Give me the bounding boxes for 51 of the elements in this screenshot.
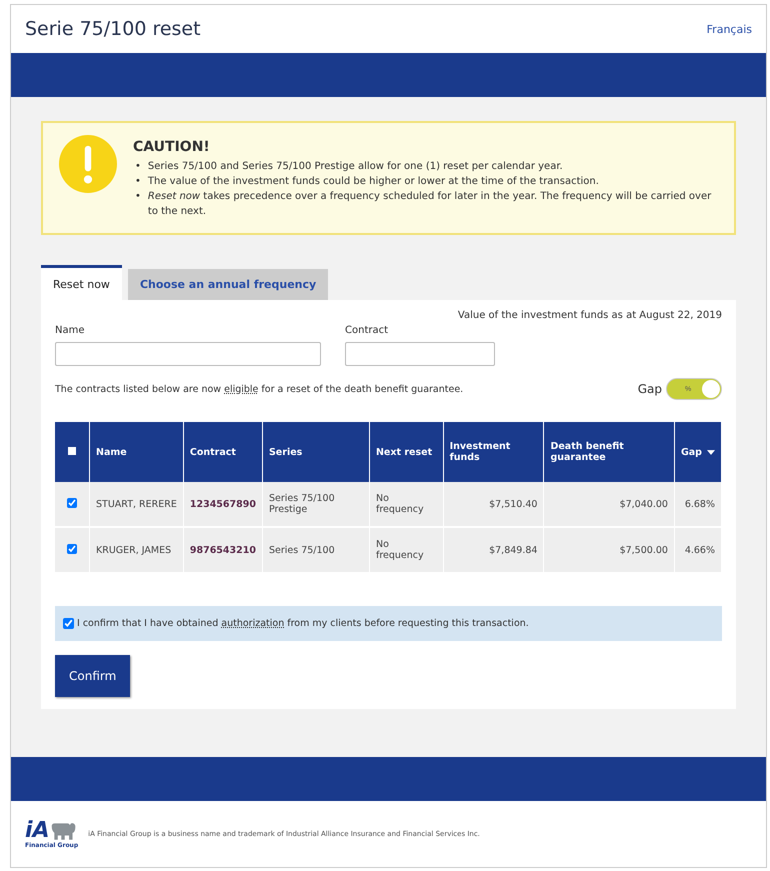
table-cell: $7,500.00 [544,527,674,573]
field-label: Name [55,325,86,336]
column-header[interactable]: Next reset [369,422,444,482]
confirm-button[interactable]: Confirm [55,655,130,697]
bullet-marker: • [135,175,141,189]
table-cell: No frequency [369,527,444,573]
caution-title: CAUTION! [133,139,211,155]
input-field[interactable] [55,342,321,366]
tab[interactable]: Reset now [41,265,122,300]
confirmation-text: I confirm that I have obtained authorization from my clients before requesting this transaction. [77,618,529,629]
table-cell: No frequency [369,482,444,527]
column-header[interactable]: Series [262,422,370,482]
elephant-icon [50,822,76,842]
row-checkbox[interactable] [67,498,77,508]
caution-item: The value of the investment funds could be higher or lower at the time of the transaction. [148,175,599,189]
glossary-term[interactable]: authorization [221,618,284,629]
table-cell: Series 75/100 [262,527,370,573]
table-cell: 6.68% [674,482,722,527]
language-link[interactable]: Français [706,22,752,36]
caution-item: Reset now takes precedence over a frequency scheduled for later in the year. The frequency will be carried over to the next. [148,190,712,219]
column-header[interactable]: Contract [183,422,262,482]
eligibility-note: The contracts listed below are now eligible for a reset of the death benefit guarantee. [55,384,464,394]
bullet-marker: • [135,160,141,174]
table-cell: 1234567890 [183,482,262,527]
table-cell: STUART, RERERE [90,482,184,527]
valuation-note: Value of the investment funds as at August 22, 2019 [456,310,722,321]
input-field[interactable] [345,342,495,366]
column-header[interactable]: Gap [674,422,722,482]
sort-icon [706,450,715,454]
toggle-label: Gap [638,382,662,396]
page-title: Serie 75/100 reset [25,18,201,40]
column-header[interactable]: Investment funds [443,422,544,482]
confirm-checkbox[interactable] [63,618,74,629]
table-cell: 4.66% [674,527,722,573]
table-cell: $7,510.40 [443,482,544,527]
table-cell: KRUGER, JAMES [90,527,184,573]
select-all-checkbox[interactable] [68,446,76,454]
bullet-marker: • [135,190,141,204]
column-header[interactable]: Death benefit guarantee [544,422,674,482]
glossary-term[interactable]: eligible [224,384,258,394]
column-header[interactable]: Name [90,422,184,482]
table-cell: 9876543210 [183,527,262,573]
table-cell: $7,849.84 [443,527,544,573]
tab[interactable]: Choose an annual frequency [128,269,328,300]
logo-text: iA [25,820,50,842]
table-cell: $7,040.00 [544,482,674,527]
warning-icon [59,135,117,193]
table-cell: Series 75/100 Prestige [262,482,370,527]
field-label: Contract [345,325,390,336]
caution-item: Series 75/100 and Series 75/100 Prestige allow for one (1) reset per calendar year. [148,160,563,174]
row-checkbox[interactable] [67,544,77,554]
